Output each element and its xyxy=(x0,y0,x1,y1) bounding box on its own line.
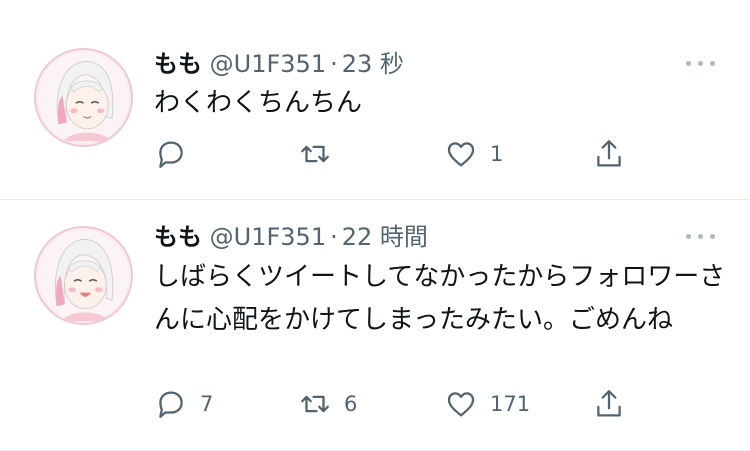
like-button[interactable]: 1 xyxy=(444,136,503,172)
share-button[interactable] xyxy=(592,136,626,172)
like-button[interactable]: 171 xyxy=(444,386,530,422)
separator: · xyxy=(330,223,338,251)
tweet[interactable]: もも @U1F351 · 22 時間 しばらくツイートしてなかったからフォロワーさん… xyxy=(0,200,750,451)
more-icon[interactable] xyxy=(686,58,716,70)
tweet-text: しばらくツイートしてなかったからフォロワーさんに心配をかけてしまったみたい。ごめ… xyxy=(154,262,726,335)
retweet-count: 6 xyxy=(344,392,358,416)
username[interactable]: @U1F351 xyxy=(210,50,326,78)
retweet-icon xyxy=(301,145,329,163)
username[interactable]: @U1F351 xyxy=(210,223,326,251)
timestamp[interactable]: 22 時間 xyxy=(342,223,428,251)
share-button[interactable] xyxy=(592,386,626,422)
tweet-header: もも @U1F351 · 23 秒 xyxy=(154,46,404,82)
retweet-icon xyxy=(301,395,329,413)
like-count: 1 xyxy=(490,142,504,166)
share-icon xyxy=(597,140,621,167)
tweet-header: もも @U1F351 · 22 時間 xyxy=(154,219,428,255)
timestamp[interactable]: 23 秒 xyxy=(342,50,404,78)
tweet[interactable]: もも @U1F351 · 23 秒 わくわくちんちん 1 xyxy=(0,0,750,200)
share-icon xyxy=(597,390,621,417)
retweet-button[interactable] xyxy=(298,136,344,172)
like-count: 171 xyxy=(490,392,531,416)
display-name[interactable]: もも xyxy=(154,223,202,251)
display-name[interactable]: もも xyxy=(154,50,202,78)
avatar[interactable] xyxy=(34,226,133,325)
retweet-button[interactable]: 6 xyxy=(298,386,357,422)
separator: · xyxy=(330,50,338,78)
tweet-text: わくわくちんちん xyxy=(154,88,363,118)
like-icon xyxy=(447,392,475,417)
reply-button[interactable]: 7 xyxy=(154,386,213,422)
reply-icon xyxy=(159,141,183,168)
avatar[interactable] xyxy=(34,48,133,147)
like-icon xyxy=(447,142,475,167)
reply-icon xyxy=(159,391,183,418)
more-icon[interactable] xyxy=(686,231,716,243)
reply-button[interactable] xyxy=(154,136,200,172)
reply-count: 7 xyxy=(200,392,214,416)
